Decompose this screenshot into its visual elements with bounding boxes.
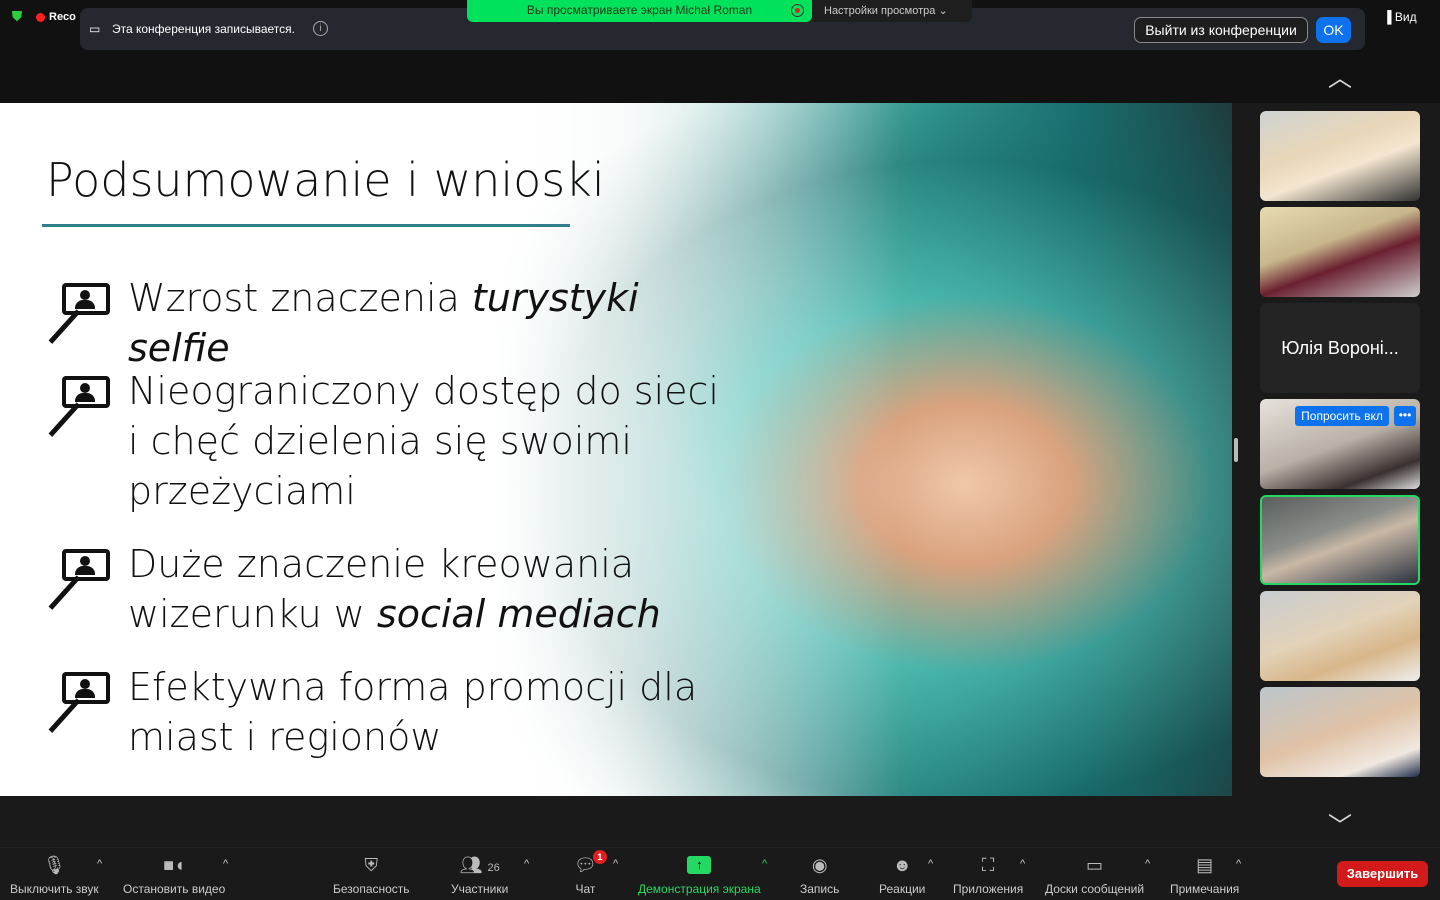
- active-speaker-video[interactable]: [1260, 495, 1420, 585]
- record-label: Запись: [800, 882, 840, 896]
- ok-button[interactable]: OK: [1316, 17, 1351, 43]
- stop-video-button[interactable]: ■◖ Остановить видео: [123, 854, 225, 896]
- chat-icon: 💬︎ 1: [574, 850, 607, 876]
- security-label: Безопасность: [333, 882, 410, 896]
- gallery-scroll-up-icon[interactable]: ︿: [1322, 58, 1358, 92]
- apps-icon: ⛶: [981, 855, 995, 875]
- recording-notice: Эта конференция записывается.: [112, 22, 295, 36]
- screen-share-notice: Вы просматриваете экран Michał Roman: [467, 0, 812, 22]
- whiteboards-caret[interactable]: ^: [1145, 858, 1150, 870]
- mute-label: Выключить звук: [10, 882, 99, 896]
- bullet-text: Nieograniczony dostęp do sieci i chęć dz…: [128, 369, 719, 513]
- participants-label: Участники: [451, 882, 509, 896]
- reactions-button[interactable]: ☻ Реакции: [879, 854, 925, 896]
- whiteboards-button[interactable]: ▭ Доски сообщений: [1045, 854, 1144, 896]
- share-screen-button[interactable]: ↑ Демонстрация экрана: [638, 854, 761, 896]
- whiteboard-icon: ▭: [1086, 855, 1104, 875]
- layout-icon: ▐: [1383, 10, 1392, 24]
- apps-caret[interactable]: ^: [1020, 858, 1025, 870]
- participant-name-tile[interactable]: Юлія Вороні...: [1260, 303, 1420, 393]
- meeting-toolbar: 🎙︎ Выключить звук ^ ■◖ Остановить видео ^ …: [0, 847, 1440, 900]
- view-options-dropdown[interactable]: Настройки просмотра ⌄: [812, 0, 972, 22]
- view-options-label: Настройки просмотра: [824, 5, 936, 17]
- title-rule: [42, 224, 570, 227]
- info-icon[interactable]: i: [313, 21, 328, 36]
- chevron-down-icon: ⌄: [938, 5, 948, 17]
- participants-icon: 👥︎ 26: [459, 855, 500, 875]
- microphone-icon: 🎙︎: [42, 855, 66, 875]
- security-button[interactable]: ⛨ Безопасность: [333, 854, 410, 896]
- participants-caret[interactable]: ^: [524, 858, 529, 870]
- chat-badge: 1: [592, 850, 607, 864]
- selfie-stick-icon: [48, 672, 114, 738]
- audio-options-caret[interactable]: ^: [97, 858, 102, 870]
- panel-resize-handle[interactable]: [1234, 438, 1238, 462]
- shared-slide: Podsumowanie i wnioski Wzrost znaczenia …: [0, 103, 1232, 796]
- selfie-stick-icon: [48, 376, 114, 442]
- view-label: Вид: [1394, 10, 1417, 24]
- participants-button[interactable]: 👥︎ 26 Участники: [451, 854, 508, 896]
- apps-button[interactable]: ⛶ Приложения: [953, 854, 1023, 896]
- participant-video[interactable]: [1260, 111, 1420, 201]
- chat-caret[interactable]: ^: [613, 858, 618, 870]
- recording-camera-icon: ▭: [89, 22, 101, 36]
- more-options-button[interactable]: •••: [1394, 406, 1416, 426]
- recording-indicator[interactable]: Reco: [36, 8, 76, 26]
- slide-bullet: Nieograniczony dostęp do sieci i chęć dz…: [48, 369, 728, 516]
- slide-bullet: Duże znaczenie kreowania wizerunku w soc…: [48, 542, 688, 639]
- share-caret[interactable]: ^: [762, 858, 767, 870]
- selfie-stick-icon: [48, 549, 114, 615]
- slide-bullet: Wzrost znaczenia turystyki selfie: [48, 276, 748, 373]
- record-dot-icon: [36, 12, 45, 22]
- reactions-caret[interactable]: ^: [928, 858, 933, 870]
- chat-button[interactable]: 💬︎ 1 Чат: [574, 850, 607, 896]
- bullet-text-italic: social mediach: [376, 592, 661, 636]
- smiley-icon: ☻: [892, 855, 912, 875]
- participant-video[interactable]: [1260, 207, 1420, 297]
- reactions-label: Реакции: [879, 882, 926, 896]
- gallery-scroll-down-icon[interactable]: ﹀: [1322, 806, 1358, 840]
- notes-caret[interactable]: ^: [1236, 858, 1241, 870]
- ask-to-unmute-button[interactable]: Попросить вкл: [1295, 406, 1389, 426]
- whiteboards-label: Доски сообщений: [1045, 882, 1145, 896]
- video-options-caret[interactable]: ^: [223, 858, 228, 870]
- recording-label: Reco: [49, 11, 76, 23]
- participant-video[interactable]: [1260, 591, 1420, 681]
- notes-label: Примечания: [1170, 882, 1240, 896]
- record-icon: ◉: [811, 855, 828, 875]
- slide-title: Podsumowanie i wnioski: [46, 153, 605, 207]
- participants-count: 26: [487, 862, 500, 874]
- notes-button[interactable]: ▤ Примечания: [1170, 854, 1239, 896]
- chat-label: Чат: [575, 882, 596, 896]
- participant-video[interactable]: Попросить вкл •••: [1260, 399, 1420, 489]
- view-button[interactable]: ▐ Вид: [1375, 6, 1430, 28]
- shield-icon: ⛨: [364, 855, 379, 875]
- selfie-stick-icon: [48, 283, 114, 349]
- video-label: Остановить видео: [123, 882, 226, 896]
- slide-bullet: Efektywna forma promocji dla miast i reg…: [48, 665, 708, 762]
- security-shield-icon[interactable]: ⛊: [8, 8, 26, 26]
- end-meeting-button[interactable]: Завершить: [1337, 861, 1428, 887]
- mute-button[interactable]: 🎙︎ Выключить звук: [10, 854, 99, 896]
- participant-video[interactable]: [1260, 687, 1420, 777]
- leave-meeting-button[interactable]: Выйти из конференции: [1134, 17, 1308, 43]
- record-button[interactable]: ◉ Запись: [800, 854, 839, 896]
- share-screen-icon: ↑: [687, 856, 712, 874]
- stop-viewing-icon[interactable]: [791, 4, 804, 17]
- video-camera-icon: ■◖: [163, 855, 185, 875]
- share-label: Демонстрация экрана: [638, 882, 761, 896]
- notes-icon: ▤: [1196, 855, 1214, 875]
- bullet-text: Efektywna forma promocji dla miast i reg…: [128, 665, 698, 759]
- bullet-text: Wzrost znaczenia: [128, 276, 472, 320]
- participant-name: Юлія Вороні...: [1281, 337, 1399, 358]
- apps-label: Приложения: [953, 882, 1024, 896]
